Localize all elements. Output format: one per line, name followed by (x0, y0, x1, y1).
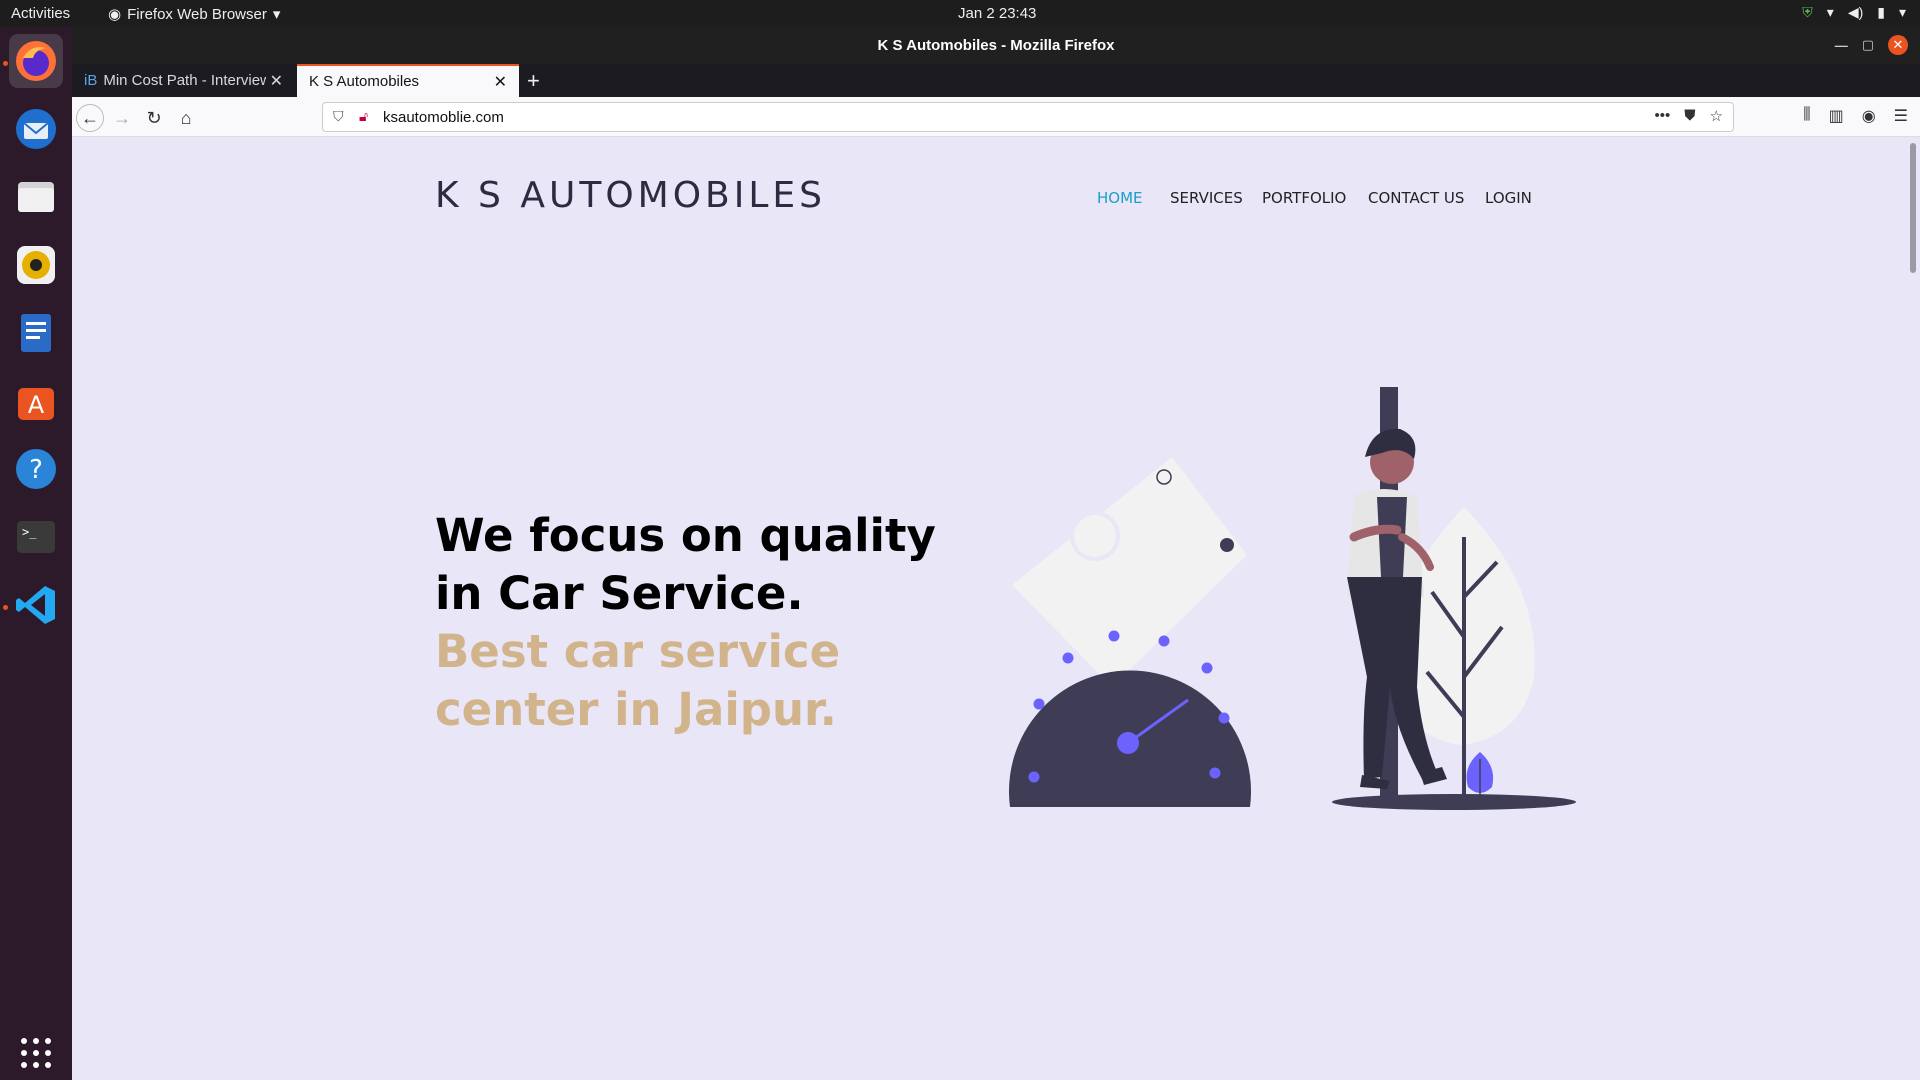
nav-contact-us[interactable]: CONTACT US (1368, 189, 1464, 207)
firefox-window: K S Automobiles - Mozilla Firefox — ▢ ✕ … (72, 27, 1920, 1080)
library-icon[interactable]: ⫼ (1803, 106, 1810, 126)
svg-text:?: ? (29, 455, 43, 485)
tagline-line: center in Jaipur. (435, 683, 837, 736)
menu-icon[interactable]: ☰ (1894, 106, 1908, 126)
hero-heading: We focus on quality in Car Service. (435, 507, 936, 623)
tab-strip: iB Min Cost Path - Interview ✕ K S Autom… (72, 64, 1920, 97)
system-tray[interactable]: ⛨ ▾ ◀) ▮ ▾ (1802, 4, 1906, 21)
back-icon[interactable]: ← (76, 104, 104, 132)
tab-favicon: iB (84, 72, 98, 89)
pocket-icon[interactable]: ⛊ (1684, 107, 1695, 125)
firefox-icon[interactable] (9, 34, 63, 88)
running-indicator (3, 605, 8, 610)
home-icon[interactable]: ⌂ (172, 104, 200, 132)
scrollbar[interactable] (1910, 143, 1916, 273)
thunderbird-icon[interactable] (9, 102, 63, 156)
running-indicator (3, 61, 8, 66)
bookmark-star-icon[interactable]: ☆ (1710, 107, 1723, 125)
app-grid-icon[interactable] (9, 1026, 63, 1080)
files-icon[interactable] (9, 170, 63, 224)
navigation-toolbar: ← → ↻ ⌂ ⛉ 🔓︎ ksautomoblie.com ••• ⛊ ☆ ⫼ … (72, 97, 1920, 137)
nav-home[interactable]: HOME (1097, 189, 1143, 207)
rhythmbox-icon[interactable] (9, 238, 63, 292)
svg-text:A: A (28, 391, 45, 419)
tab-label: K S Automobiles (309, 73, 420, 90)
url-bar-actions: ••• ⛊ ☆ (1655, 107, 1723, 125)
clock[interactable]: Jan 2 23:43 (958, 5, 1036, 22)
hero-line: in Car Service. (435, 567, 804, 620)
vscode-icon[interactable] (9, 578, 63, 632)
svg-text:>_: >_ (22, 525, 37, 539)
insecure-lock-icon[interactable]: 🔓︎ (359, 108, 368, 125)
app-menu-label: Firefox Web Browser (127, 5, 267, 23)
nav-portfolio[interactable]: PORTFOLIO (1262, 189, 1346, 207)
tagline-line: Best car service (435, 625, 841, 678)
maximize-icon[interactable]: ▢ (1862, 37, 1874, 53)
firefox-small-icon: ◉ (108, 6, 122, 23)
app-menu[interactable]: ◉ Firefox Web Browser ▾ (108, 5, 281, 24)
tab-min-cost-path[interactable]: iB Min Cost Path - Interview ✕ (72, 64, 295, 97)
hero-tagline: Best car service center in Jaipur. (435, 623, 840, 739)
nav-services[interactable]: SERVICES (1170, 189, 1243, 207)
software-icon[interactable]: A (9, 374, 63, 428)
reload-icon[interactable]: ↻ (140, 104, 168, 132)
terminal-icon[interactable]: >_ (9, 510, 63, 564)
window-titlebar[interactable]: K S Automobiles - Mozilla Firefox — ▢ ✕ (72, 27, 1920, 64)
account-icon[interactable]: ◉ (1862, 106, 1876, 126)
tracking-protection-icon[interactable]: ⛉ (333, 108, 344, 125)
chevron-down-icon: ▾ (272, 6, 281, 23)
battery-icon: ▮ (1877, 4, 1885, 20)
activities-button[interactable]: Activities (11, 5, 70, 22)
chevron-down-icon: ▾ (1898, 4, 1906, 20)
close-tab-icon[interactable]: ✕ (494, 72, 507, 92)
writer-icon[interactable] (9, 306, 63, 360)
help-icon[interactable]: ? (9, 442, 63, 496)
forward-icon[interactable]: → (108, 104, 136, 132)
sidebar-icon[interactable]: ▥ (1829, 106, 1844, 126)
site-logo[interactable]: K S AUTOMOBILES (435, 175, 826, 216)
wifi-icon: ▾ (1826, 4, 1834, 20)
shield-icon: ⛨ (1802, 4, 1813, 20)
window-controls: — ▢ ✕ (1835, 35, 1908, 55)
close-icon[interactable]: ✕ (1888, 35, 1908, 55)
minimize-icon[interactable]: — (1835, 38, 1848, 53)
tab-ks-automobiles[interactable]: K S Automobiles ✕ (297, 64, 519, 97)
url-bar[interactable]: ⛉ 🔓︎ ksautomoblie.com ••• ⛊ ☆ (322, 102, 1734, 132)
volume-icon: ◀) (1847, 4, 1864, 20)
web-page: K S AUTOMOBILES HOME SERVICES PORTFOLIO … (72, 137, 1920, 1080)
window-title: K S Automobiles - Mozilla Firefox (877, 37, 1115, 54)
close-tab-icon[interactable]: ✕ (270, 71, 283, 91)
system-top-bar: Activities ◉ Firefox Web Browser ▾ Jan 2… (0, 0, 1920, 27)
new-tab-icon[interactable]: + (527, 68, 540, 94)
dock: A ? >_ (0, 27, 72, 1080)
toolbar-right: ⫼ ▥ ◉ ☰ (1803, 106, 1908, 126)
nav-login[interactable]: LOGIN (1485, 189, 1532, 207)
hero-illustration (1009, 387, 1576, 810)
tab-label: Min Cost Path - Interview (103, 72, 267, 89)
hero-line: We focus on quality (435, 509, 936, 562)
url-text[interactable]: ksautomoblie.com (383, 109, 504, 126)
more-actions-icon[interactable]: ••• (1655, 107, 1671, 125)
